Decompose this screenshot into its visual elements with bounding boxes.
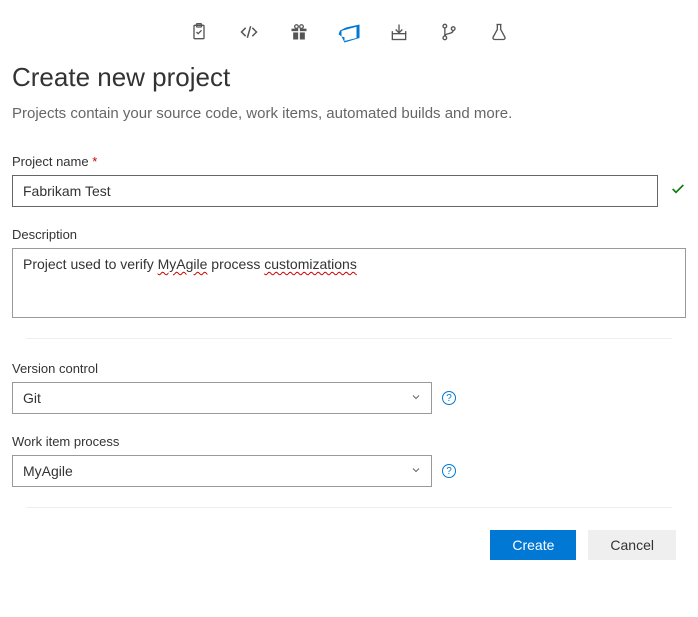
project-name-label: Project name *: [12, 154, 686, 169]
valid-check-icon: [670, 181, 686, 202]
flask-icon[interactable]: [487, 20, 511, 44]
version-control-field: Version control Git ?: [12, 361, 686, 414]
description-textarea[interactable]: Project used to verify MyAgile process c…: [12, 248, 686, 318]
gift-icon[interactable]: [287, 20, 311, 44]
cancel-button[interactable]: Cancel: [588, 530, 676, 560]
create-button[interactable]: Create: [490, 530, 576, 560]
divider: [26, 507, 672, 508]
description-field: Description Project used to verify MyAgi…: [12, 227, 686, 318]
service-icon-row: [12, 12, 686, 62]
project-name-field: Project name *: [12, 154, 686, 207]
version-control-select[interactable]: Git: [12, 382, 432, 414]
work-item-process-select[interactable]: MyAgile: [12, 455, 432, 487]
page-title: Create new project: [12, 62, 686, 93]
help-icon[interactable]: ?: [442, 391, 456, 405]
spell-error: customizations: [264, 256, 357, 272]
work-item-process-field: Work item process MyAgile ?: [12, 434, 686, 487]
divider: [26, 338, 672, 339]
page-subtitle: Projects contain your source code, work …: [12, 105, 686, 122]
work-item-process-label: Work item process: [12, 434, 686, 449]
clipboard-icon[interactable]: [187, 20, 211, 44]
git-branch-icon[interactable]: [437, 20, 461, 44]
help-icon[interactable]: ?: [442, 464, 456, 478]
project-name-input[interactable]: [12, 175, 658, 207]
version-control-label: Version control: [12, 361, 686, 376]
required-mark: *: [92, 154, 97, 169]
code-icon[interactable]: [237, 20, 261, 44]
azure-devops-icon[interactable]: [337, 20, 361, 44]
description-label: Description: [12, 227, 686, 242]
button-row: Create Cancel: [12, 530, 686, 560]
field-label-text: Project name: [12, 154, 89, 169]
spell-error: MyAgile: [158, 256, 208, 272]
download-icon[interactable]: [387, 20, 411, 44]
